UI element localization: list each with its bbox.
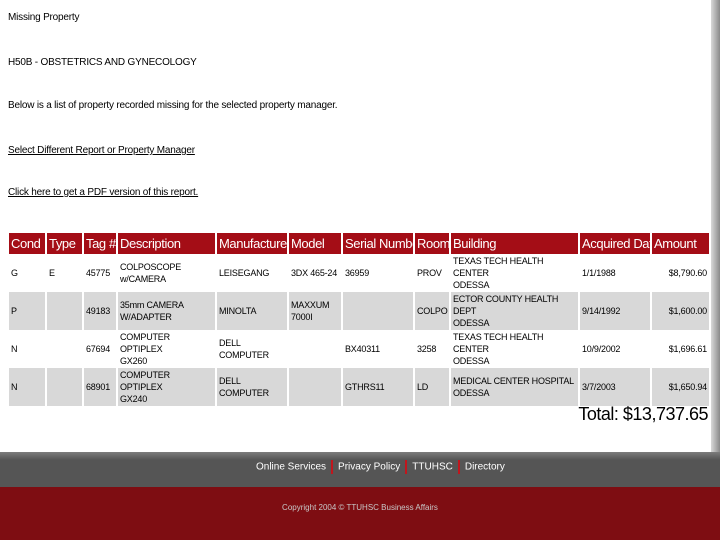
cell-room: 3258 (414, 330, 451, 368)
col-header-description: Description (117, 233, 217, 254)
cell-building: MEDICAL CENTER HOSPITAL ODESSA (450, 368, 580, 406)
cell-amount: $1,600.00 (651, 292, 711, 330)
table-row: G E 45775 COLPOSCOPE w/CAMERA LEISEGANG … (9, 254, 711, 292)
cell-model: 3DX 465-24 (288, 254, 343, 292)
description-line: COMPUTER OPTIPLEX (120, 332, 170, 354)
copyright-text: Copyright 2004 © TTUHSC Business Affairs (282, 503, 438, 512)
cell-room: COLPO (414, 292, 451, 330)
cell-amount: $8,790.60 (651, 254, 711, 292)
cell-model: MAXXUM 7000I (288, 292, 343, 330)
building-name: TEXAS TECH HEALTH CENTER (453, 256, 544, 278)
cell-model (288, 368, 343, 406)
table-row: N 68901 COMPUTER OPTIPLEX GX240 DELL COMP… (9, 368, 711, 406)
cell-serial (342, 292, 415, 330)
cell-cond: N (9, 330, 47, 368)
footer-separator (331, 460, 334, 474)
cell-cond: G (9, 254, 47, 292)
cell-serial: 36959 (342, 254, 415, 292)
cell-building: TEXAS TECH HEALTH CENTER ODESSA (450, 330, 580, 368)
cell-room: PROV (414, 254, 451, 292)
cell-amount: $1,696.61 (651, 330, 711, 368)
footer-copyright-bar (0, 487, 720, 540)
cell-acquired: 9/14/1992 (579, 292, 652, 330)
cell-description: 35mm CAMERA W/ADAPTER (117, 292, 217, 330)
cell-building: ECTOR COUNTY HEALTH DEPT ODESSA (450, 292, 580, 330)
cell-model (288, 330, 343, 368)
total-amount: Total: $13,737.65 (578, 404, 708, 425)
cell-building: TEXAS TECH HEALTH CENTER ODESSA (450, 254, 580, 292)
description-line: COMPUTER OPTIPLEX (120, 370, 170, 392)
report-description: Below is a list of property recorded mis… (8, 100, 338, 111)
page-edge-shadow (711, 0, 720, 452)
select-report-link[interactable]: Select Different Report or Property Mana… (8, 145, 195, 156)
cell-type (46, 292, 84, 330)
report-content: Missing Property H50B - OBSTETRICS AND G… (0, 0, 720, 452)
cell-serial: GTHRS11 (342, 368, 415, 406)
col-header-acquired: Acquired Date (579, 233, 652, 254)
building-city: ODESSA (453, 388, 490, 398)
description-line: W/ADAPTER (120, 312, 172, 322)
col-header-amount: Amount (651, 233, 711, 254)
building-city: ODESSA (453, 318, 490, 328)
cell-manufacturer: DELL COMPUTER (216, 330, 289, 368)
cell-description: COMPUTER OPTIPLEX GX240 (117, 368, 217, 406)
cell-amount: $1,650.94 (651, 368, 711, 406)
footer-link-ttuhsc[interactable]: TTUHSC (412, 462, 453, 473)
col-header-cond: Cond (9, 233, 47, 254)
cell-tag: 49183 (83, 292, 118, 330)
col-header-model: Model (288, 233, 343, 254)
cell-acquired: 10/9/2002 (579, 330, 652, 368)
cell-manufacturer: LEISEGANG (216, 254, 289, 292)
col-header-building: Building (450, 233, 580, 254)
cell-acquired: 3/7/2003 (579, 368, 652, 406)
footer-link-privacy-policy[interactable]: Privacy Policy (338, 462, 400, 473)
cell-description: COMPUTER OPTIPLEX GX260 (117, 330, 217, 368)
model-line: 7000I (291, 312, 313, 322)
footer-separator (457, 460, 460, 474)
footer-nav: Online Services Privacy Policy TTUHSC Direc… (256, 460, 505, 474)
building-name: TEXAS TECH HEALTH CENTER (453, 332, 544, 354)
col-header-type: Type (46, 233, 84, 254)
missing-property-table: Cond Type Tag # Description Manufacturer… (9, 233, 711, 406)
description-line: GX240 (120, 394, 148, 404)
page-title: Missing Property (8, 12, 80, 23)
footer-link-directory[interactable]: Directory (465, 462, 505, 473)
description-line: GX260 (120, 356, 148, 366)
col-header-serial: Serial Number (342, 233, 415, 254)
total-value: $13,737.65 (622, 404, 709, 424)
cell-serial: BX40311 (342, 330, 415, 368)
building-city: ODESSA (453, 280, 490, 290)
table-row: N 67694 COMPUTER OPTIPLEX GX260 DELL COMP… (9, 330, 711, 368)
cell-cond: N (9, 368, 47, 406)
footer-separator (405, 460, 408, 474)
col-header-tag: Tag # (83, 233, 118, 254)
footer-bar-gradient (0, 452, 720, 460)
col-header-manufacturer: Manufacturer (216, 233, 289, 254)
pdf-version-link[interactable]: Click here to get a PDF version of this … (8, 187, 198, 198)
footer-link-online-services[interactable]: Online Services (256, 462, 326, 473)
cell-manufacturer: MINOLTA (216, 292, 289, 330)
building-city: ODESSA (453, 356, 490, 366)
description-line: 35mm CAMERA (120, 300, 184, 310)
building-name: MEDICAL CENTER HOSPITAL (453, 376, 574, 386)
cell-type: E (46, 254, 84, 292)
cell-description: COLPOSCOPE w/CAMERA (117, 254, 217, 292)
cell-tag: 68901 (83, 368, 118, 406)
cell-room: LD (414, 368, 451, 406)
table-row: P 49183 35mm CAMERA W/ADAPTER MINOLTA MAX… (9, 292, 711, 330)
department-subtitle: H50B - OBSTETRICS AND GYNECOLOGY (8, 57, 197, 68)
cell-cond: P (9, 292, 47, 330)
building-name: ECTOR COUNTY HEALTH DEPT (453, 294, 559, 316)
table-header-row: Cond Type Tag # Description Manufacturer… (9, 233, 711, 254)
model-line: MAXXUM (291, 300, 330, 310)
cell-tag: 67694 (83, 330, 118, 368)
cell-type (46, 368, 84, 406)
cell-acquired: 1/1/1988 (579, 254, 652, 292)
cell-tag: 45775 (83, 254, 118, 292)
cell-manufacturer: DELL COMPUTER (216, 368, 289, 406)
cell-type (46, 330, 84, 368)
total-label: Total: (578, 404, 619, 424)
col-header-room: Room (414, 233, 451, 254)
